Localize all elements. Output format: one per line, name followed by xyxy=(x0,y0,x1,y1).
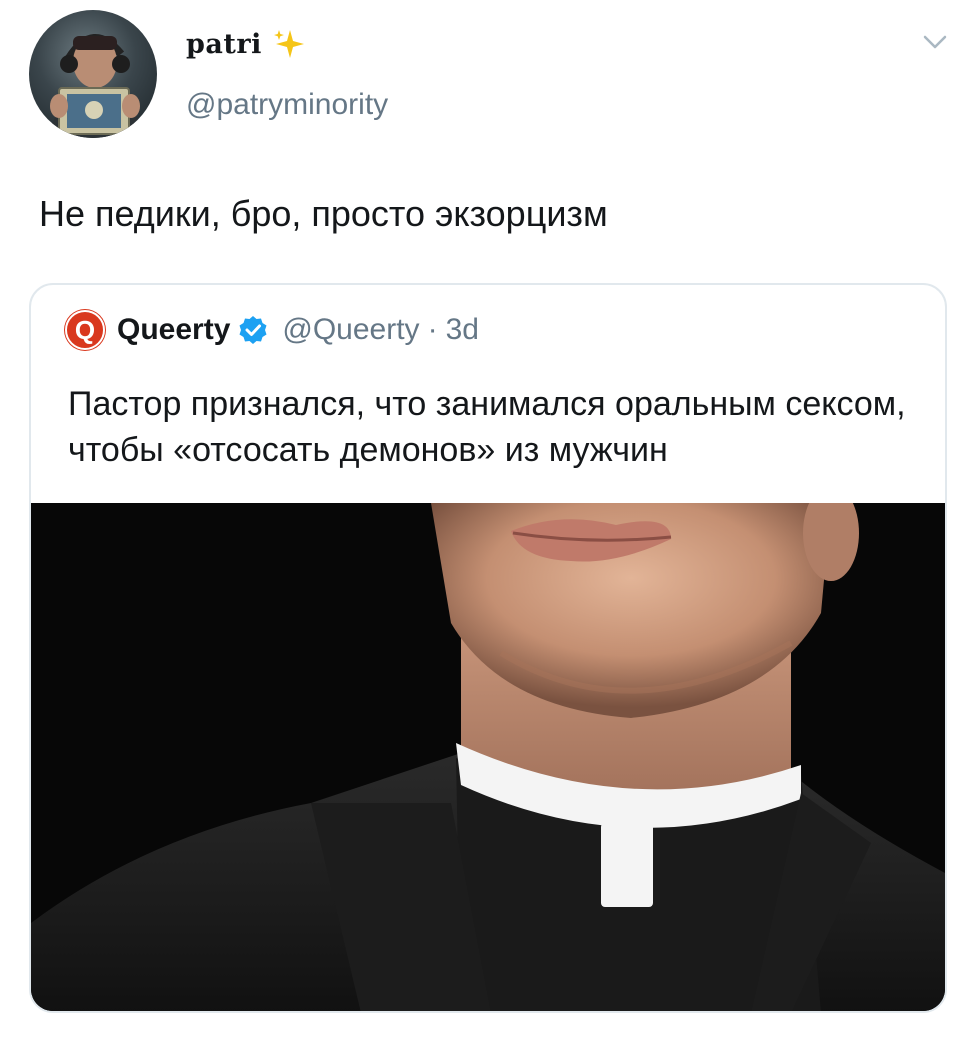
author-handle[interactable]: @patryminority xyxy=(186,88,388,122)
quote-image[interactable] xyxy=(31,503,945,1011)
quote-separator: · xyxy=(427,313,438,346)
display-name[interactable]: patri xyxy=(186,29,262,60)
tweet-text: Не педики, бро, просто экзорцизм xyxy=(39,193,608,234)
quoted-tweet-card[interactable]: Q Queerty @Queerty · 3d Пастор признался… xyxy=(29,283,947,1013)
chevron-down-icon[interactable] xyxy=(922,32,948,52)
avatar[interactable] xyxy=(29,10,157,138)
quote-header: Q Queerty @Queerty · 3d xyxy=(65,309,479,351)
sparkle-icon xyxy=(273,30,304,58)
verified-badge-icon xyxy=(239,316,267,344)
quote-text: Пастор признался, что занимался оральным… xyxy=(68,385,906,469)
quote-author-handle[interactable]: @Queerty xyxy=(282,313,419,347)
quote-author-name[interactable]: Queerty xyxy=(117,313,230,347)
avatar-photo xyxy=(47,34,145,138)
display-name-row: patri xyxy=(186,24,306,64)
priest-photo xyxy=(31,503,945,1011)
quote-timestamp[interactable]: 3d xyxy=(446,313,479,347)
queerty-logo-icon: Q xyxy=(65,310,105,350)
